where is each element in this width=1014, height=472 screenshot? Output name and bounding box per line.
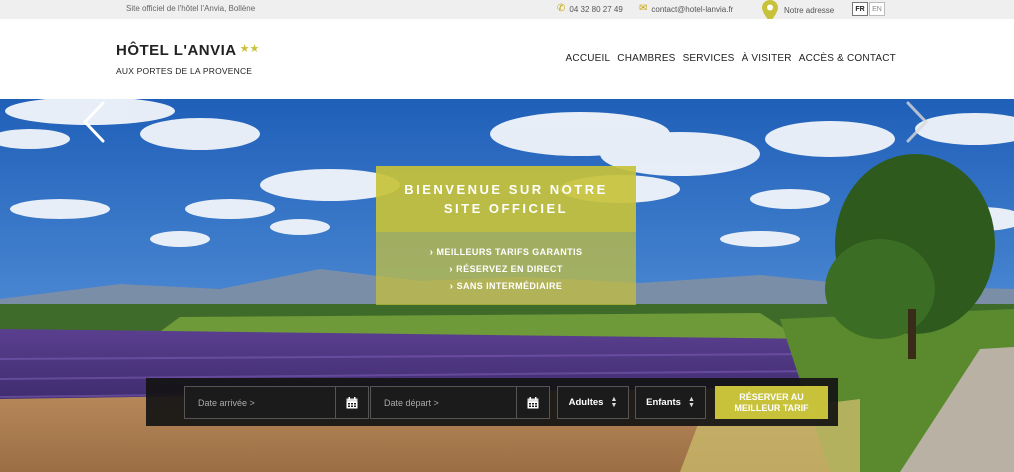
promo-point: MEILLEURS TARIFS GARANTIS: [376, 244, 636, 261]
book-label-line2: MEILLEUR TARIF: [734, 402, 809, 413]
children-label: Enfants: [646, 397, 681, 408]
arrival-date-placeholder: Date arrivée >: [198, 397, 255, 408]
email-link[interactable]: ✉ contact@hotel-lanvia.fr: [639, 4, 733, 14]
calendar-icon[interactable]: [335, 387, 368, 418]
departure-date-placeholder: Date départ >: [384, 397, 439, 408]
book-best-rate-button[interactable]: RÉSERVER AU MEILLEUR TARIF: [715, 386, 828, 419]
promo-title-line1: BIENVENUE SUR NOTRE: [404, 182, 608, 197]
nav-acces-contact[interactable]: ACCÈS & CONTACT: [799, 53, 896, 64]
brand-stars: ★★: [239, 43, 260, 55]
address-link[interactable]: Notre adresse: [762, 0, 835, 22]
adults-label: Adultes: [568, 397, 604, 408]
nav-services[interactable]: SERVICES: [683, 53, 735, 64]
promo-points: MEILLEURS TARIFS GARANTIS RÉSERVEZ EN DI…: [376, 232, 636, 305]
brand-subtitle: AUX PORTES DE LA PROVENCE: [116, 66, 253, 76]
nav-chambres[interactable]: CHAMBRES: [617, 53, 675, 64]
promo-title-line2: SITE OFFICIEL: [443, 201, 569, 216]
main-nav: ACCUEIL CHAMBRES SERVICES À VISITER ACCÈ…: [566, 53, 896, 64]
top-bar: Site officiel de l'hôtel l'Anvia, Bollèn…: [0, 0, 1014, 22]
departure-date-field[interactable]: Date départ >: [370, 386, 550, 419]
brand-name: HÔTEL L'ANVIA: [116, 42, 237, 59]
nav-a-visiter[interactable]: À VISITER: [742, 53, 792, 64]
promo-title: BIENVENUE SUR NOTRE SITE OFFICIEL: [376, 166, 636, 232]
address-label: Notre adresse: [784, 5, 835, 15]
email-address: contact@hotel-lanvia.fr: [651, 4, 734, 14]
updown-icon: ▲ ▼: [687, 395, 695, 409]
lang-en[interactable]: EN: [869, 2, 885, 16]
site-header: HÔTEL L'ANVIA ★★ AUX PORTES DE LA PROVENC…: [0, 19, 1014, 99]
phone-link[interactable]: ✆ 04 32 80 27 49: [557, 4, 623, 14]
book-label-line1: RÉSERVER AU: [739, 391, 804, 402]
phone-icon: ✆: [557, 3, 566, 14]
calendar-icon[interactable]: [516, 387, 549, 418]
updown-icon: ▲ ▼: [610, 395, 618, 409]
phone-number: 04 32 80 27 49: [569, 4, 623, 14]
chevron-left-icon[interactable]: [79, 99, 109, 145]
adults-select[interactable]: Adultes ▲ ▼: [557, 386, 629, 419]
arrival-date-field[interactable]: Date arrivée >: [184, 386, 369, 419]
promo-point: RÉSERVEZ EN DIRECT: [376, 261, 636, 278]
lang-fr[interactable]: FR: [852, 2, 868, 16]
welcome-promo: BIENVENUE SUR NOTRE SITE OFFICIEL MEILLE…: [376, 166, 636, 305]
language-switcher: FR EN: [852, 2, 885, 16]
children-select[interactable]: Enfants ▲ ▼: [635, 386, 706, 419]
site-tagline: Site officiel de l'hôtel l'Anvia, Bollèn…: [126, 4, 256, 13]
chevron-right-icon[interactable]: [902, 99, 932, 145]
mail-icon: ✉: [639, 3, 648, 14]
nav-accueil[interactable]: ACCUEIL: [566, 53, 611, 64]
promo-point: SANS INTERMÉDIAIRE: [376, 278, 636, 295]
booking-bar: Date arrivée > Date départ > Adultes ▲ ▼ …: [146, 378, 838, 426]
brand-logo[interactable]: HÔTEL L'ANVIA ★★ AUX PORTES DE LA PROVENC…: [116, 42, 259, 76]
